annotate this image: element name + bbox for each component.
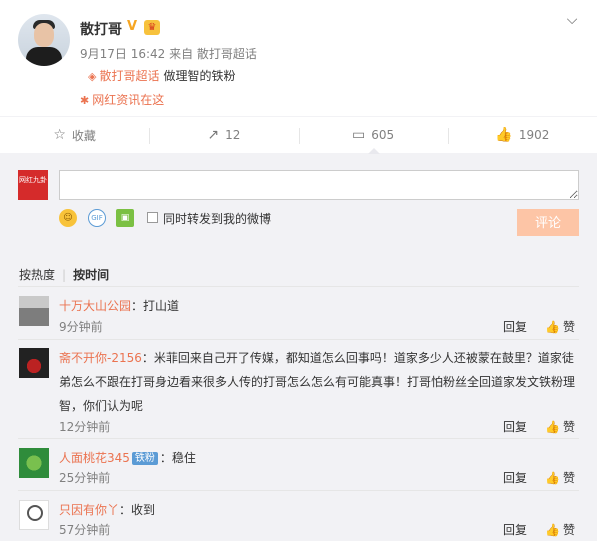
comment-text: ：收到 xyxy=(119,503,156,517)
commenter-name[interactable]: 斋不开你-2156 xyxy=(59,351,142,365)
image-icon[interactable]: ▣ xyxy=(116,209,134,227)
comment-like-button[interactable]: 👍 赞 xyxy=(545,469,575,486)
action-bar: ☆ 收藏 ↗ 12 ▭ 605 👍 1902 xyxy=(0,116,597,154)
commenter-name[interactable]: 十万大山公园 xyxy=(59,299,131,313)
favorite-label: 收藏 xyxy=(71,128,96,143)
comment-body: 只因有你丫：收到 xyxy=(59,498,579,522)
thumbs-up-icon: 👍 xyxy=(545,471,560,485)
reply-button[interactable]: 回复 xyxy=(503,469,527,486)
post-text: 做理智的铁粉 xyxy=(163,69,236,83)
thumbs-up-icon: 👍 xyxy=(545,523,560,537)
reply-button[interactable]: 回复 xyxy=(503,418,527,435)
repost-icon: ↗ xyxy=(207,127,220,143)
supertopic-line: ◈ 散打哥超话 做理智的铁粉 xyxy=(88,67,236,84)
verified-v-icon: V xyxy=(127,19,138,34)
comment-icon: ▭ xyxy=(352,127,366,143)
thumbs-up-icon: 👍 xyxy=(495,127,513,143)
comment-like-label: 赞 xyxy=(562,471,575,485)
reply-button[interactable]: 回复 xyxy=(503,318,527,335)
link-icon: ✱ xyxy=(80,94,90,107)
comment-input[interactable] xyxy=(59,170,579,200)
author-avatar[interactable] xyxy=(18,14,70,66)
thumbs-up-icon: 👍 xyxy=(545,420,560,434)
comment-like-button[interactable]: 👍 赞 xyxy=(545,418,575,435)
comment-time: 12分钟前 xyxy=(59,420,111,434)
fan-badge: 铁粉 xyxy=(131,452,158,465)
divider xyxy=(18,339,579,340)
divider xyxy=(18,286,579,287)
post-header: 散打哥 V ♛ 9月17日 16:42 来自 散打哥超话 ⌵ ◈ 散打哥超话 做理智… xyxy=(0,0,597,116)
repost-checkbox-label[interactable]: 同时转发到我的微博 xyxy=(163,210,271,227)
comment-like-label: 赞 xyxy=(562,320,575,334)
avatar-face xyxy=(34,23,54,47)
like-button[interactable]: 👍 1902 xyxy=(447,117,597,153)
sort-separator: | xyxy=(62,268,67,282)
commenter-name[interactable]: 只因有你丫 xyxy=(59,503,119,517)
commenter-name[interactable]: 人面桃花345 xyxy=(59,451,130,465)
comment-time: 9分钟前 xyxy=(59,320,103,334)
divider xyxy=(18,438,579,439)
comment-time: 25分钟前 xyxy=(59,471,111,485)
post-meta: 9月17日 16:42 来自 散打哥超话 xyxy=(80,47,257,61)
supertopic-link[interactable]: 散打哥超话 xyxy=(99,69,159,83)
submit-comment-button[interactable]: 评论 xyxy=(517,209,579,236)
sort-options: 按热度 | 按时间 xyxy=(19,266,109,283)
commenter-avatar[interactable] xyxy=(19,448,49,478)
commenter-avatar[interactable] xyxy=(19,296,49,326)
comment-body: 人面桃花345 铁粉 ：稳住 xyxy=(59,446,579,470)
comment-body: 十万大山公园：打山道 xyxy=(59,294,579,318)
comment-like-button[interactable]: 👍 赞 xyxy=(545,521,575,538)
reply-button[interactable]: 回复 xyxy=(503,521,527,538)
repost-checkbox[interactable] xyxy=(147,212,158,223)
commenter-avatar[interactable] xyxy=(19,500,49,530)
thumbs-up-icon: 👍 xyxy=(545,320,560,334)
comment-like-label: 赞 xyxy=(562,523,575,537)
comment-body: 斋不开你-2156：米菲回来自己开了传媒，都知道怎么回事吗！道家多少人还被蒙在鼓… xyxy=(59,346,579,418)
comment-like-button[interactable]: 👍 赞 xyxy=(545,318,575,335)
comment-time: 57分钟前 xyxy=(59,523,111,537)
avatar-shirt xyxy=(26,47,62,66)
sort-by-heat[interactable]: 按热度 xyxy=(19,268,55,282)
source-link[interactable]: 网红资讯在这 xyxy=(92,93,164,107)
comment-count: 605 xyxy=(371,128,395,142)
crown-icon: ♛ xyxy=(144,20,160,35)
divider xyxy=(18,490,579,491)
comment-text: ：打山道 xyxy=(131,299,180,313)
star-icon: ☆ xyxy=(53,127,66,143)
commenter-avatar[interactable] xyxy=(19,348,49,378)
sort-by-time[interactable]: 按时间 xyxy=(73,268,109,282)
repost-count: 12 xyxy=(225,128,241,142)
my-avatar: 网红九卦 xyxy=(18,170,48,200)
gif-icon[interactable]: GIF xyxy=(88,209,106,227)
like-count: 1902 xyxy=(518,128,550,142)
emoji-icon[interactable]: ☺ xyxy=(59,209,77,227)
repost-button[interactable]: ↗ 12 xyxy=(149,117,298,153)
source-line: ✱ 网红资讯在这 xyxy=(80,91,164,108)
comment-like-label: 赞 xyxy=(562,420,575,434)
author-name[interactable]: 散打哥 xyxy=(80,19,122,39)
comment-text: ：稳住 xyxy=(159,451,196,465)
chevron-down-icon[interactable]: ⌵ xyxy=(564,12,580,28)
comments-area: 网红九卦 ☺ GIF ▣ 同时转发到我的微博 评论 按热度 | 按时间 十万大山公园… xyxy=(0,154,597,541)
avatar-doodle xyxy=(27,505,43,521)
supertopic-icon: ◈ xyxy=(88,70,97,83)
comment-button[interactable]: ▭ 605 xyxy=(298,117,448,154)
favorite-button[interactable]: ☆ 收藏 xyxy=(0,117,149,153)
